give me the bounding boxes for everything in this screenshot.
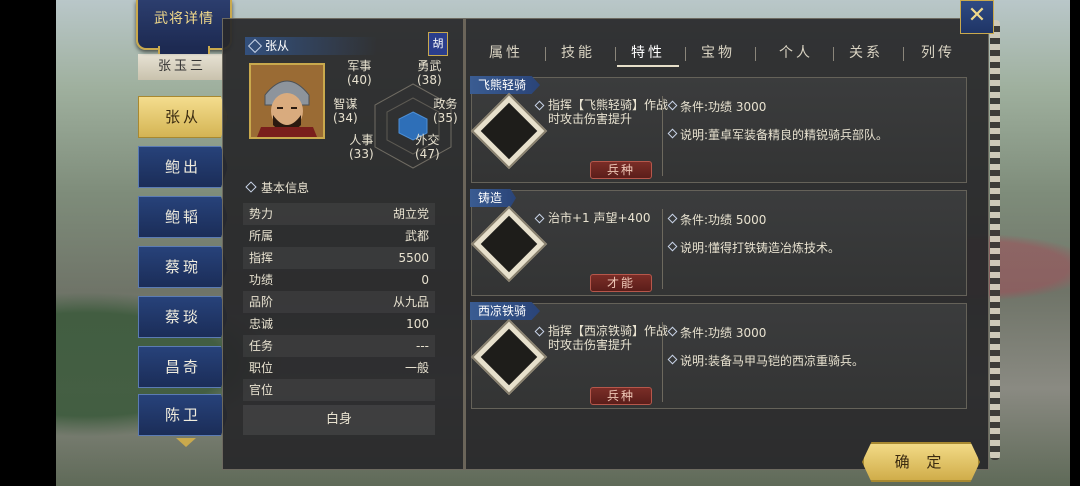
tab-biography[interactable]: 列传 bbox=[907, 41, 969, 65]
info-row: 职位 一般 bbox=[249, 361, 429, 375]
trait-card: 飞熊轻骑 指挥【飞熊轻骑】作战时攻击伤害提升 条件:功绩 3000 说明:董卓军… bbox=[470, 76, 967, 183]
info-row: 任务 --- bbox=[243, 335, 435, 357]
close-button[interactable]: ✕ bbox=[960, 0, 994, 34]
title-banner: 武将详情 bbox=[136, 0, 232, 50]
trait-condition: 条件:功绩 3000 bbox=[668, 324, 766, 341]
tab-relations[interactable]: 关系 bbox=[835, 41, 897, 65]
tab-personal[interactable]: 个人 bbox=[765, 41, 827, 65]
tab-attributes[interactable]: 属性 bbox=[475, 41, 537, 65]
card-divider bbox=[662, 322, 663, 402]
tab-separator bbox=[755, 47, 756, 61]
trait-name: 铸造 bbox=[470, 189, 517, 207]
trait-card: 西凉铁骑 指挥【西凉铁骑】作战时攻击伤害提升 条件:功绩 3000 说明:装备马… bbox=[470, 302, 967, 409]
tab-separator bbox=[833, 47, 834, 61]
general-name: 张从 bbox=[245, 37, 377, 55]
info-row: 所属 武都 bbox=[249, 229, 429, 243]
general-item[interactable]: 鲍出 bbox=[138, 146, 228, 188]
stat-politics: 政务 (35) bbox=[433, 97, 458, 125]
general-detail-panel: 张从 胡 军事 (40) 勇武 (38) 智谋 (34) 政务 (35) 人事 (33) … bbox=[222, 18, 989, 470]
banner-tail bbox=[158, 46, 210, 54]
info-row: 功绩 0 bbox=[249, 273, 429, 287]
trait-name: 西凉铁骑 bbox=[470, 302, 541, 320]
trait-effect: 指挥【飞熊轻骑】作战时攻击伤害提升 bbox=[534, 98, 676, 126]
general-portrait bbox=[249, 63, 325, 139]
trait-effect: 治市+1 声望+400 bbox=[534, 211, 676, 225]
tab-separator bbox=[903, 47, 904, 61]
tab-separator bbox=[545, 47, 546, 61]
trait-name: 飞熊轻骑 bbox=[470, 76, 541, 94]
stat-personnel: 人事 (33) bbox=[349, 133, 374, 161]
tab-skills[interactable]: 技能 bbox=[547, 41, 609, 65]
trait-condition: 条件:功绩 3000 bbox=[668, 98, 766, 115]
faction-badge: 胡 bbox=[428, 32, 448, 56]
general-item-active[interactable]: 张从 bbox=[138, 96, 228, 138]
general-item[interactable]: 蔡琰 bbox=[138, 296, 228, 338]
info-row: 忠诚 100 bbox=[249, 317, 429, 331]
trait-type-badge: 兵种 bbox=[590, 161, 652, 179]
general-item[interactable]: 陈卫 bbox=[138, 394, 228, 436]
confirm-button[interactable]: 确 定 bbox=[862, 442, 980, 482]
info-row: 指挥 5500 bbox=[243, 247, 435, 269]
trait-note: 说明:董卓军装备精良的精锐骑兵部队。 bbox=[668, 126, 888, 143]
column-divider bbox=[463, 19, 466, 469]
general-item[interactable]: 昌奇 bbox=[138, 346, 228, 388]
card-divider bbox=[662, 96, 663, 176]
tab-separator bbox=[615, 47, 616, 61]
rank-title: 白身 bbox=[243, 405, 435, 435]
general-list: 张玉三 张从 鲍出 鲍韬 蔡琬 蔡琰 昌奇 陈卫 武将详情 bbox=[136, 0, 232, 486]
stat-valor: 勇武 (38) bbox=[417, 59, 442, 87]
stat-military: 军事 (40) bbox=[347, 59, 372, 87]
general-item[interactable]: 蔡琬 bbox=[138, 246, 228, 288]
trait-effect: 指挥【西凉铁骑】作战时攻击伤害提升 bbox=[534, 324, 676, 352]
letterbox-right bbox=[1070, 0, 1080, 486]
tab-bar: 属性 技能 特性 宝物 个人 关系 列传 bbox=[475, 41, 971, 67]
trait-card: 铸造 治市+1 声望+400 条件:功绩 5000 说明:懂得打铁铸造冶炼技术。… bbox=[470, 189, 967, 296]
scroll-down-icon[interactable] bbox=[176, 438, 196, 447]
general-item-partial[interactable]: 张玉三 bbox=[138, 54, 226, 80]
card-divider bbox=[662, 209, 663, 289]
info-row: 品阶 从九品 bbox=[243, 291, 435, 313]
trait-type-badge: 才能 bbox=[590, 274, 652, 292]
stat-strategy: 智谋 (34) bbox=[333, 97, 358, 125]
trait-type-badge: 兵种 bbox=[590, 387, 652, 405]
info-row: 势力 胡立党 bbox=[243, 203, 435, 225]
trait-note: 说明:懂得打铁铸造冶炼技术。 bbox=[668, 239, 840, 256]
trait-condition: 条件:功绩 5000 bbox=[668, 211, 766, 228]
stat-hexagon bbox=[374, 83, 452, 169]
letterbox-left bbox=[0, 0, 56, 486]
tab-traits[interactable]: 特性 bbox=[617, 41, 679, 67]
page-title: 武将详情 bbox=[154, 11, 214, 27]
trait-note: 说明:装备马甲马铠的西凉重骑兵。 bbox=[668, 352, 864, 369]
stat-diplomacy: 外交 (47) bbox=[415, 133, 440, 161]
decorative-chain bbox=[990, 20, 1000, 460]
info-row: 官位 bbox=[243, 379, 435, 401]
section-basic-info: 基本信息 bbox=[245, 179, 309, 196]
general-item[interactable]: 鲍韬 bbox=[138, 196, 228, 238]
tab-separator bbox=[685, 47, 686, 61]
tab-treasures[interactable]: 宝物 bbox=[687, 41, 749, 65]
